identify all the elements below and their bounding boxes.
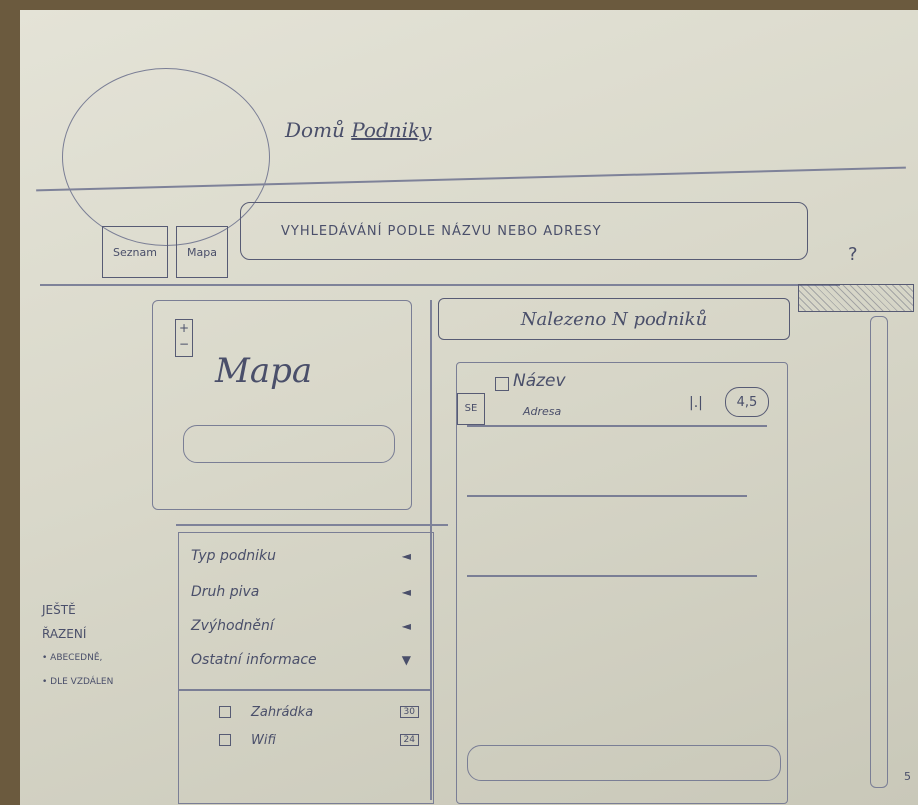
result-name[interactable]: Název bbox=[513, 371, 566, 391]
note-line: • dle vzdálen bbox=[42, 677, 114, 687]
chevron-left-icon: ◄ bbox=[401, 619, 411, 633]
filter-divider bbox=[179, 689, 431, 691]
filter-wifi-label: Wifi bbox=[251, 732, 276, 748]
brand-name: Podniky bbox=[351, 118, 432, 142]
sorting-note: Ještě řazení • abecedně, • dle vzdálen bbox=[42, 598, 113, 694]
chevron-left-icon: ◄ bbox=[401, 585, 411, 599]
logo-circle bbox=[62, 68, 270, 246]
map-scrollbar[interactable] bbox=[183, 425, 395, 463]
zoom-control[interactable]: + − bbox=[175, 319, 193, 357]
map-label: Mapa bbox=[215, 351, 313, 391]
count-badge: 24 bbox=[399, 734, 419, 746]
result-divider bbox=[467, 425, 767, 427]
page-scrollbar[interactable] bbox=[870, 316, 888, 788]
result-thumbnail-icon bbox=[495, 377, 509, 391]
question-note: ? bbox=[848, 244, 858, 265]
result-category-icon: SE bbox=[457, 393, 485, 425]
note-line: Ještě bbox=[42, 603, 76, 617]
corner-text: 5 bbox=[904, 770, 911, 783]
result-divider bbox=[467, 575, 757, 577]
result-signal-icon: |.| bbox=[689, 395, 703, 411]
filter-wifi[interactable]: Wifi 24 bbox=[219, 729, 419, 751]
filter-beer-label: Druh piva bbox=[191, 584, 260, 600]
search-placeholder: VYHLEDÁVÁNÍ PODLE NÁZVU NEBO ADRESY bbox=[281, 223, 602, 239]
filter-discount[interactable]: Zvýhodnění ◄ bbox=[191, 613, 411, 639]
count-badge: 30 bbox=[399, 706, 419, 718]
filter-type-label: Typ podniku bbox=[191, 548, 277, 564]
results-scrollbar[interactable] bbox=[467, 745, 781, 781]
brand-title[interactable]: Domů Podniky bbox=[285, 118, 431, 142]
note-line: • abecedně, bbox=[42, 653, 103, 663]
results-panel[interactable]: SE Název Adresa |.| 4,5 bbox=[456, 362, 788, 804]
filter-garden-label: Zahrádka bbox=[251, 704, 314, 720]
chevron-down-icon: ▼ bbox=[401, 653, 411, 667]
filter-beer[interactable]: Druh piva ◄ bbox=[191, 579, 411, 605]
checkbox[interactable] bbox=[219, 734, 231, 746]
filter-type[interactable]: Typ podniku ◄ bbox=[191, 543, 411, 569]
toolbar-divider bbox=[40, 284, 840, 286]
filter-discount-label: Zvýhodnění bbox=[191, 618, 274, 634]
scribbled-button[interactable] bbox=[798, 284, 914, 312]
result-address: Adresa bbox=[523, 405, 562, 418]
list-view-button[interactable]: Seznam bbox=[102, 226, 168, 278]
checkbox[interactable] bbox=[219, 706, 231, 718]
map-panel[interactable]: + − Mapa bbox=[152, 300, 412, 510]
rating-badge: 4,5 bbox=[725, 387, 769, 417]
note-line: řazení bbox=[42, 627, 87, 641]
chevron-left-icon: ◄ bbox=[401, 549, 411, 563]
search-input[interactable]: VYHLEDÁVÁNÍ PODLE NÁZVU NEBO ADRESY bbox=[240, 202, 808, 260]
map-view-button[interactable]: Mapa bbox=[176, 226, 228, 278]
filter-garden[interactable]: Zahrádka 30 bbox=[219, 701, 419, 723]
result-divider bbox=[467, 495, 747, 497]
filter-panel: Typ podniku ◄ Druh piva ◄ Zvýhodnění ◄ O… bbox=[178, 532, 434, 804]
filter-other-label: Ostatní informace bbox=[191, 652, 317, 668]
filter-top-line bbox=[176, 524, 448, 526]
results-count: Nalezeno N podniků bbox=[438, 298, 790, 340]
brand-prefix: Domů bbox=[285, 118, 345, 142]
filter-other[interactable]: Ostatní informace ▼ bbox=[191, 647, 411, 673]
